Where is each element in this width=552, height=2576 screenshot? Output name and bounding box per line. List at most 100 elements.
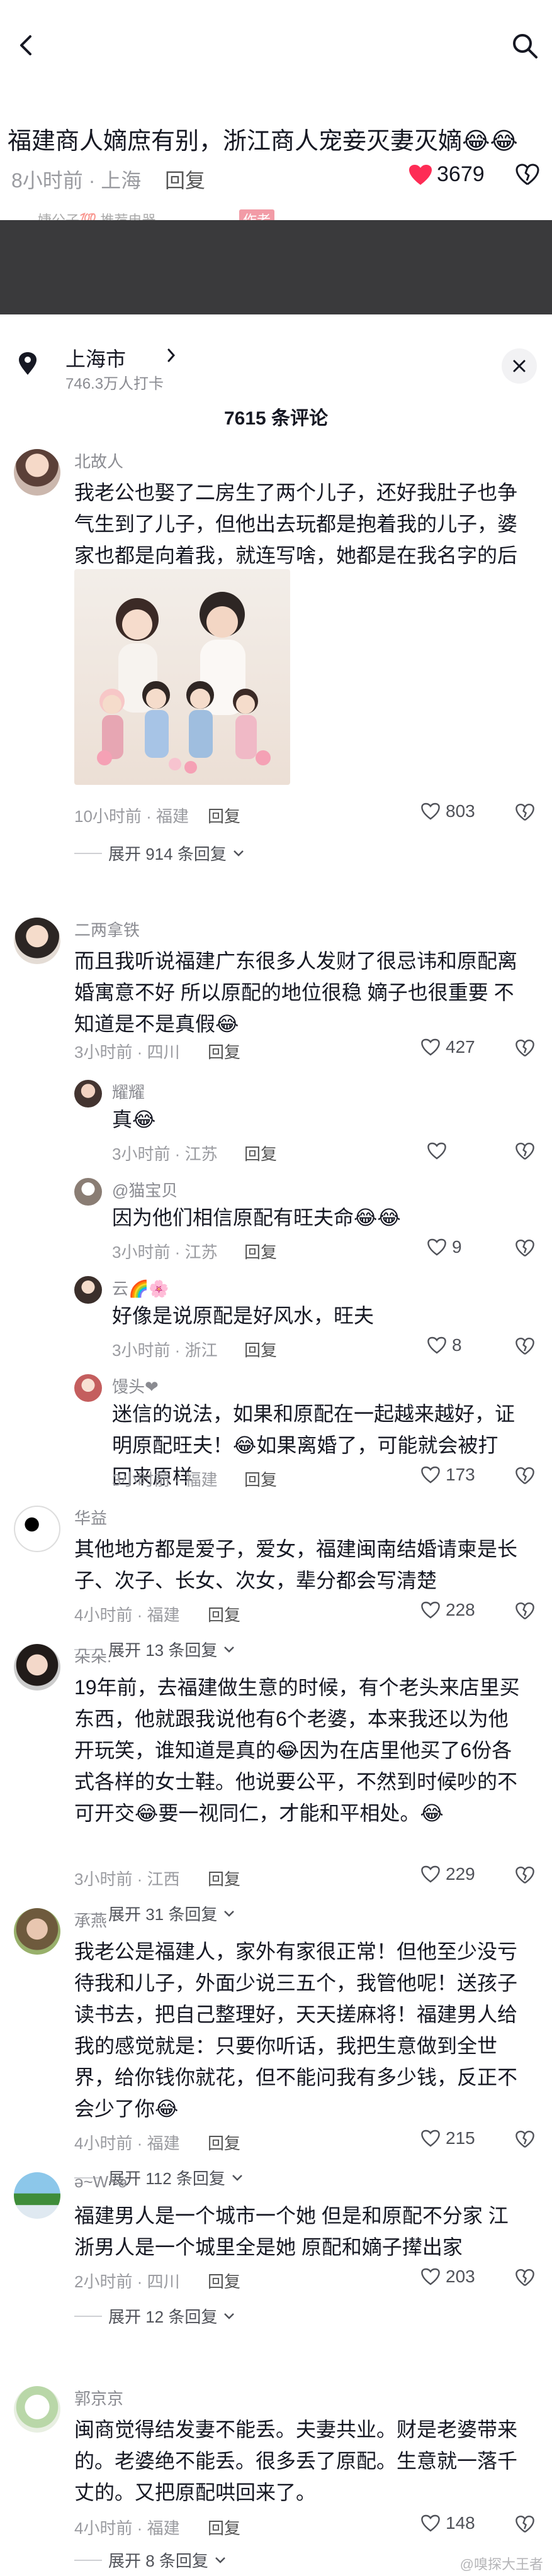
reply-button[interactable]: 回复	[244, 1467, 277, 1491]
avatar[interactable]	[14, 2386, 60, 2433]
reply-button[interactable]: 回复	[208, 1602, 240, 1626]
next-comment-author: 婕公子💯 推荐电器	[38, 209, 156, 220]
comment-username[interactable]: 承燕	[74, 1908, 107, 1931]
post-like-count: 3679	[437, 162, 485, 186]
reply-button[interactable]: 回复	[208, 1040, 240, 1063]
like-button[interactable]: 229	[420, 1864, 475, 1884]
location-name: 上海市	[65, 348, 127, 370]
search-icon[interactable]	[509, 30, 541, 62]
avatar[interactable]	[14, 918, 60, 964]
comment-meta: 2小时前 · 四川	[74, 2272, 180, 2291]
like-button[interactable]: 803	[420, 801, 475, 821]
location-bar[interactable]: 上海市 746.3万人打卡	[11, 340, 541, 392]
reply-text: 真😂	[112, 1108, 156, 1131]
broken-heart-icon[interactable]	[515, 2268, 535, 2288]
comment-username[interactable]: ə~W~ə	[74, 2172, 127, 2192]
reply-text: 好像是说原配是好风水，旺夫	[112, 1304, 375, 1327]
comment-username[interactable]: 北故人	[74, 449, 123, 472]
broken-heart-icon[interactable]	[515, 1601, 535, 1621]
post-title: 福建商人嫡庶有别，浙江商人宠妾灭妻灭嫡😂😂	[8, 128, 518, 155]
like-button[interactable]: 215	[420, 2128, 475, 2148]
expand-replies-button[interactable]: 展开 12 条回复	[74, 2304, 235, 2328]
broken-heart-icon[interactable]	[515, 1466, 535, 1486]
like-button[interactable]: 228	[420, 1600, 475, 1620]
broken-heart-icon[interactable]	[515, 1865, 535, 1885]
comment-meta: 4小时前 · 福建	[74, 1606, 180, 1624]
heart-outline-icon	[421, 802, 440, 820]
reply-button[interactable]: 回复	[208, 804, 240, 827]
reply-button[interactable]: 回复	[208, 2516, 240, 2539]
heart-outline-icon[interactable]	[427, 1141, 447, 1160]
reply-avatar[interactable]	[74, 1276, 102, 1304]
comment-username[interactable]: 郭京京	[74, 2386, 123, 2409]
reply-text: 因为他们相信原配有旺夫命😂😂	[112, 1206, 401, 1229]
avatar[interactable]	[14, 449, 60, 496]
heart-outline-icon	[421, 2514, 440, 2532]
broken-heart-icon[interactable]	[515, 802, 535, 823]
reply-username[interactable]: @猫宝贝	[112, 1178, 177, 1201]
chevron-down-icon	[215, 2557, 225, 2563]
post-reply-button[interactable]: 回复	[165, 165, 205, 194]
avatar[interactable]	[14, 2172, 60, 2219]
like-count: 215	[446, 2128, 475, 2148]
like-button[interactable]: 203	[420, 2267, 475, 2287]
post-meta: 8小时前 · 上海	[11, 169, 142, 192]
broken-heart-icon[interactable]	[515, 1238, 535, 1258]
like-button[interactable]: 173	[420, 1465, 475, 1485]
back-arrow-icon[interactable]	[14, 33, 39, 58]
reply-button[interactable]: 回复	[244, 1338, 277, 1361]
next-comment-preview: 婕公子💯 推荐电器 作者	[0, 204, 552, 220]
broken-heart-icon[interactable]	[515, 1141, 535, 1162]
avatar[interactable]	[14, 1908, 60, 1955]
broken-heart-icon[interactable]	[515, 1038, 535, 1058]
location-pin-icon	[19, 352, 37, 375]
comment-sheet: 上海市 746.3万人打卡 7615 条评论 北故人 我老公也娶了二房生了两个儿…	[0, 314, 552, 2576]
reply-username[interactable]: 馒头❤	[112, 1374, 159, 1397]
reply-button[interactable]: 回复	[208, 1867, 240, 1890]
reply-avatar[interactable]	[74, 1374, 102, 1402]
reply-username[interactable]: 云🌈🌸	[112, 1276, 169, 1299]
comment-count: 7615 条评论	[223, 408, 329, 429]
like-count: 803	[446, 801, 475, 821]
comment-image[interactable]	[74, 569, 290, 785]
author-tag: 作者	[239, 209, 275, 220]
broken-heart-icon[interactable]	[515, 2129, 535, 2150]
heart-outline-icon	[421, 2129, 440, 2147]
reply-username[interactable]: 耀耀	[112, 1080, 145, 1103]
dim-overlay[interactable]	[0, 220, 552, 314]
location-checkins: 746.3万人打卡	[65, 375, 164, 392]
expand-replies-button[interactable]: 展开 914 条回复	[74, 841, 244, 865]
comment-username[interactable]: 朵朵.	[74, 1644, 111, 1667]
expand-replies-button[interactable]: 展开 8 条回复	[74, 2548, 226, 2572]
comment-item: 二两拿铁 而且我听说福建广东很多人发财了很忌讳和原配离婚寓意不好 所以原配的地位…	[0, 915, 552, 1519]
avatar[interactable]	[14, 1506, 60, 1552]
divider	[74, 2559, 102, 2561]
heart-filled-icon	[409, 164, 432, 185]
like-button[interactable]: 8	[427, 1335, 462, 1355]
comment-username[interactable]: 华益	[74, 1506, 107, 1529]
broken-heart-icon[interactable]	[515, 1336, 535, 1357]
reply-avatar[interactable]	[74, 1178, 102, 1206]
comment-meta: 4小时前 · 福建	[74, 2519, 180, 2538]
chevron-down-icon	[224, 2312, 235, 2319]
like-button[interactable]: 148	[420, 2513, 475, 2533]
post-like-button[interactable]: 3679	[408, 162, 485, 187]
avatar[interactable]	[14, 1644, 60, 1690]
reply-button[interactable]: 回复	[244, 1141, 277, 1165]
reply-button[interactable]: 回复	[208, 2269, 240, 2292]
like-button[interactable]: 9	[427, 1237, 462, 1257]
like-count: 228	[446, 1600, 475, 1619]
reply-button[interactable]: 回复	[244, 1240, 277, 1263]
reply-avatar[interactable]	[74, 1080, 102, 1108]
heart-outline-icon	[421, 2268, 440, 2285]
broken-heart-icon[interactable]	[515, 2514, 535, 2534]
like-count: 9	[452, 1237, 462, 1257]
reply-button[interactable]: 回复	[208, 2131, 240, 2154]
comment-username[interactable]: 二两拿铁	[74, 918, 140, 941]
like-button[interactable]: 427	[420, 1037, 475, 1057]
close-button[interactable]	[502, 348, 537, 384]
chevron-right-icon	[167, 348, 176, 362]
like-count: 8	[452, 1335, 462, 1355]
divider	[74, 2315, 102, 2317]
broken-heart-icon[interactable]	[515, 162, 540, 187]
